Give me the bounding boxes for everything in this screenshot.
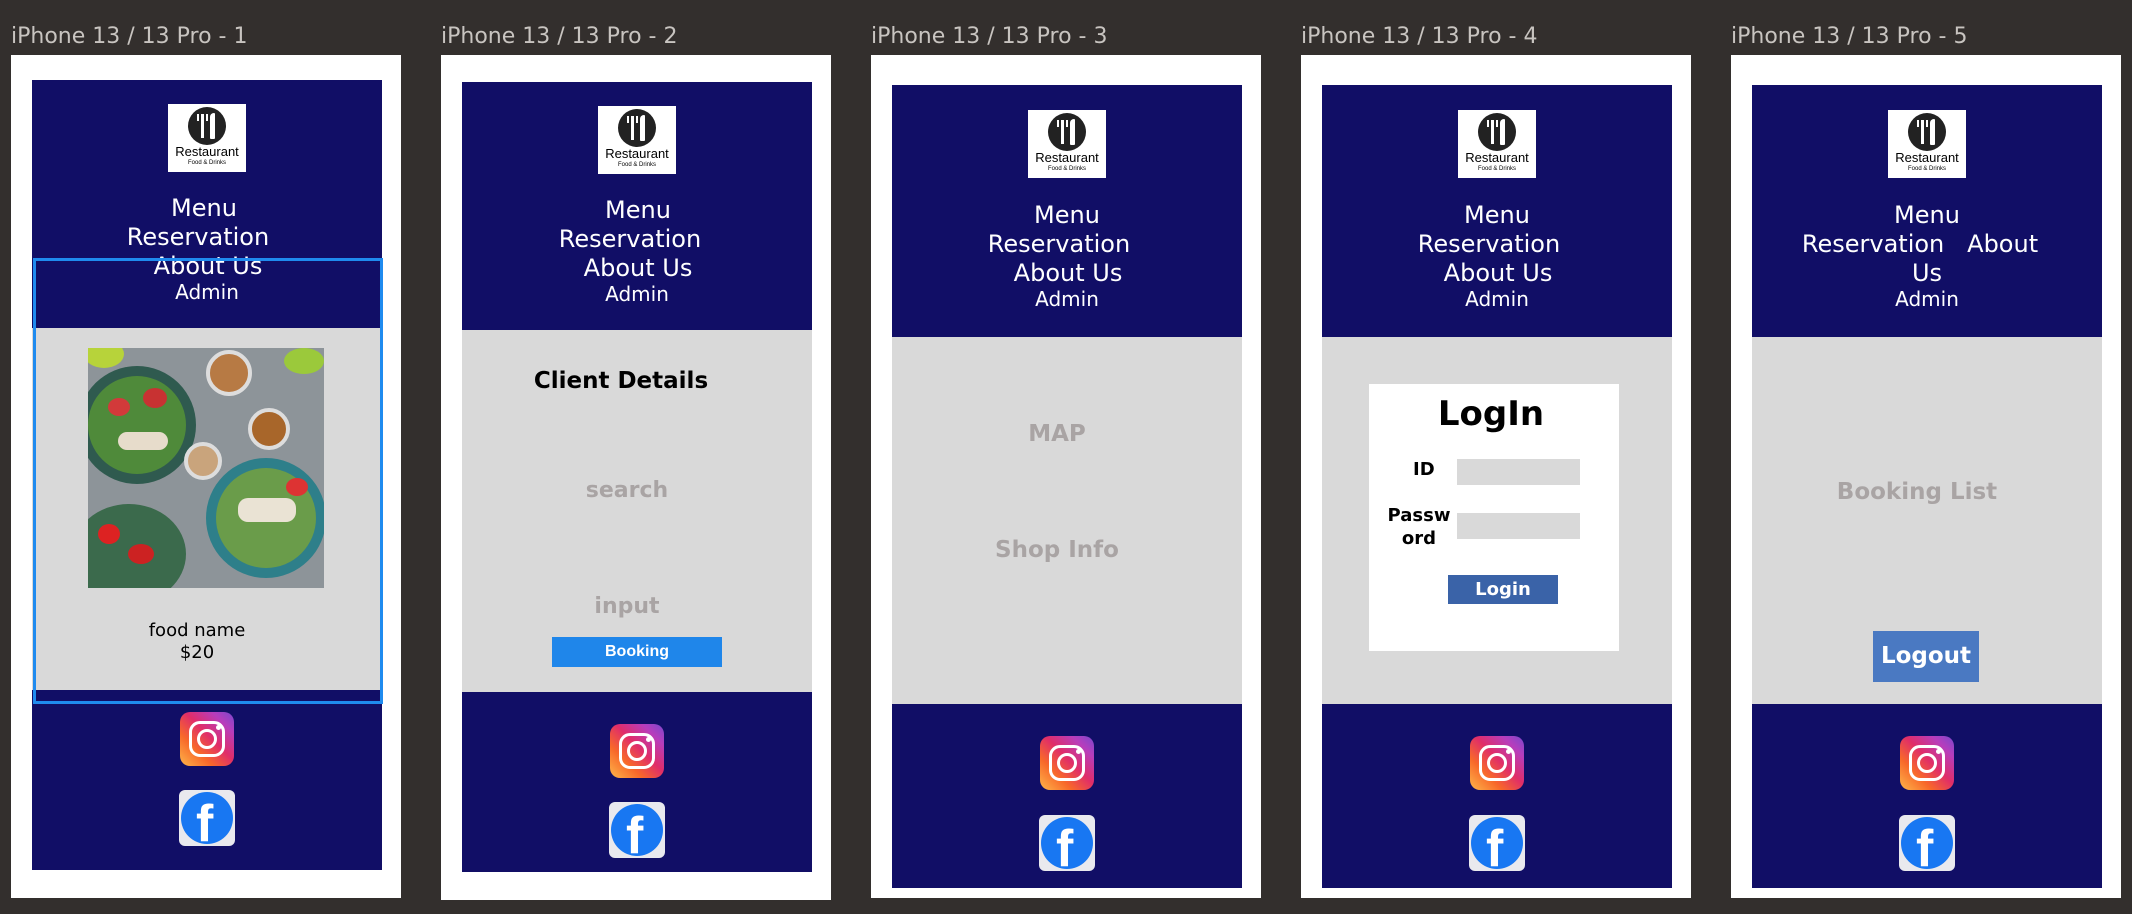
frame-label-2[interactable]: iPhone 13 / 13 Pro - 2	[441, 24, 677, 49]
nav-menu: Menu Reservation About Us Admin	[1322, 201, 1672, 310]
nav-reservation-link[interactable]: Reservation	[462, 225, 812, 254]
facebook-icon[interactable]: f	[1039, 815, 1095, 871]
facebook-icon[interactable]: f	[609, 802, 665, 858]
id-label: ID	[1413, 459, 1435, 480]
id-input[interactable]	[1457, 459, 1580, 485]
nav-menu: Menu Reservation About Us Admin	[462, 196, 812, 305]
nav-admin-link[interactable]: Admin	[892, 288, 1242, 310]
logout-button[interactable]: Logout	[1873, 631, 1979, 682]
nav-reservation-about-line: Reservation About	[1752, 230, 2102, 259]
facebook-icon[interactable]: f	[179, 790, 235, 846]
nav-menu-link[interactable]: Menu	[32, 194, 382, 223]
selection-outline	[33, 258, 383, 704]
footer: f	[1752, 704, 2102, 888]
input-field[interactable]: input	[462, 594, 792, 619]
frame-label-3[interactable]: iPhone 13 / 13 Pro - 3	[871, 24, 1107, 49]
login-button[interactable]: Login	[1448, 575, 1558, 604]
restaurant-logo-icon[interactable]: Restaurant Food & Drinks	[1028, 110, 1106, 178]
nav-admin-link[interactable]: Admin	[462, 283, 812, 305]
booking-list: Booking List	[1836, 479, 1998, 505]
map-area[interactable]: MAP	[892, 421, 1222, 447]
header: Restaurant Food & Drinks Menu Reservatio…	[1752, 85, 2102, 337]
header: Restaurant Food & Drinks Menu Reservatio…	[462, 82, 812, 330]
nav-about-link[interactable]: About Us	[1322, 259, 1672, 288]
login-title: LogIn	[1437, 394, 1545, 434]
nav-about-link[interactable]: About	[1967, 230, 2038, 258]
restaurant-logo-icon[interactable]: Restaurant Food & Drinks	[168, 104, 246, 172]
instagram-icon[interactable]	[1900, 736, 1954, 790]
nav-menu: Menu Reservation About Us Admin	[892, 201, 1242, 310]
restaurant-logo-icon[interactable]: Restaurant Food & Drinks	[598, 106, 676, 174]
nav-reservation-link[interactable]: Reservation	[1802, 230, 1944, 258]
login-card: LogIn ID Passw ord Login	[1369, 384, 1619, 651]
frame-label-1[interactable]: iPhone 13 / 13 Pro - 1	[11, 24, 247, 49]
client-details-panel: Client Details search input Booking	[462, 330, 812, 692]
restaurant-logo-icon[interactable]: Restaurant Food & Drinks	[1888, 110, 1966, 178]
nav-menu-link[interactable]: Menu	[1322, 201, 1672, 230]
frame-label-4[interactable]: iPhone 13 / 13 Pro - 4	[1301, 24, 1537, 49]
phone-frame-3[interactable]: Restaurant Food & Drinks Menu Reservatio…	[871, 55, 1261, 898]
phone-frame-2[interactable]: Restaurant Food & Drinks Menu Reservatio…	[441, 55, 831, 900]
nav-menu-link[interactable]: Menu	[892, 201, 1242, 230]
footer: f	[462, 692, 812, 872]
nav-menu-link[interactable]: Menu	[1752, 201, 2102, 230]
booking-list-panel: Booking List Logout	[1752, 337, 2102, 704]
instagram-icon[interactable]	[610, 724, 664, 778]
nav-about-link[interactable]: About Us	[892, 259, 1242, 288]
booking-button[interactable]: Booking	[552, 637, 722, 667]
nav-about-continued[interactable]: Us	[1752, 259, 2102, 288]
instagram-icon[interactable]	[1040, 736, 1094, 790]
nav-admin-link[interactable]: Admin	[1752, 288, 2102, 310]
instagram-icon[interactable]	[180, 712, 234, 766]
header: Restaurant Food & Drinks Menu Reservatio…	[892, 85, 1242, 337]
phone-frame-5[interactable]: Restaurant Food & Drinks Menu Reservatio…	[1731, 55, 2121, 898]
footer: f	[1322, 704, 1672, 888]
nav-menu-link[interactable]: Menu	[462, 196, 812, 225]
login-panel: LogIn ID Passw ord Login	[1322, 337, 1672, 704]
nav-reservation-link[interactable]: Reservation	[1322, 230, 1672, 259]
facebook-icon[interactable]: f	[1899, 815, 1955, 871]
shop-info-area: Shop Info	[995, 537, 1119, 563]
search-field[interactable]: search	[462, 478, 792, 503]
client-details-title: Client Details	[533, 368, 709, 394]
nav-about-link[interactable]: About Us	[462, 254, 812, 283]
shop-panel: MAP Shop Info	[892, 337, 1242, 704]
nav-menu: Menu Reservation About Us Admin	[1752, 201, 2102, 310]
password-label: Passw ord	[1387, 505, 1451, 549]
phone-frame-4[interactable]: Restaurant Food & Drinks Menu Reservatio…	[1301, 55, 1691, 898]
restaurant-logo-icon[interactable]: Restaurant Food & Drinks	[1458, 110, 1536, 178]
nav-admin-link[interactable]: Admin	[1322, 288, 1672, 310]
nav-reservation-link[interactable]: Reservation	[892, 230, 1242, 259]
footer: f	[32, 690, 382, 870]
password-input[interactable]	[1457, 513, 1580, 539]
instagram-icon[interactable]	[1470, 736, 1524, 790]
facebook-icon[interactable]: f	[1469, 815, 1525, 871]
nav-reservation-link[interactable]: Reservation	[32, 223, 382, 252]
frame-label-5[interactable]: iPhone 13 / 13 Pro - 5	[1731, 24, 1967, 49]
footer: f	[892, 704, 1242, 888]
header: Restaurant Food & Drinks Menu Reservatio…	[1322, 85, 1672, 337]
